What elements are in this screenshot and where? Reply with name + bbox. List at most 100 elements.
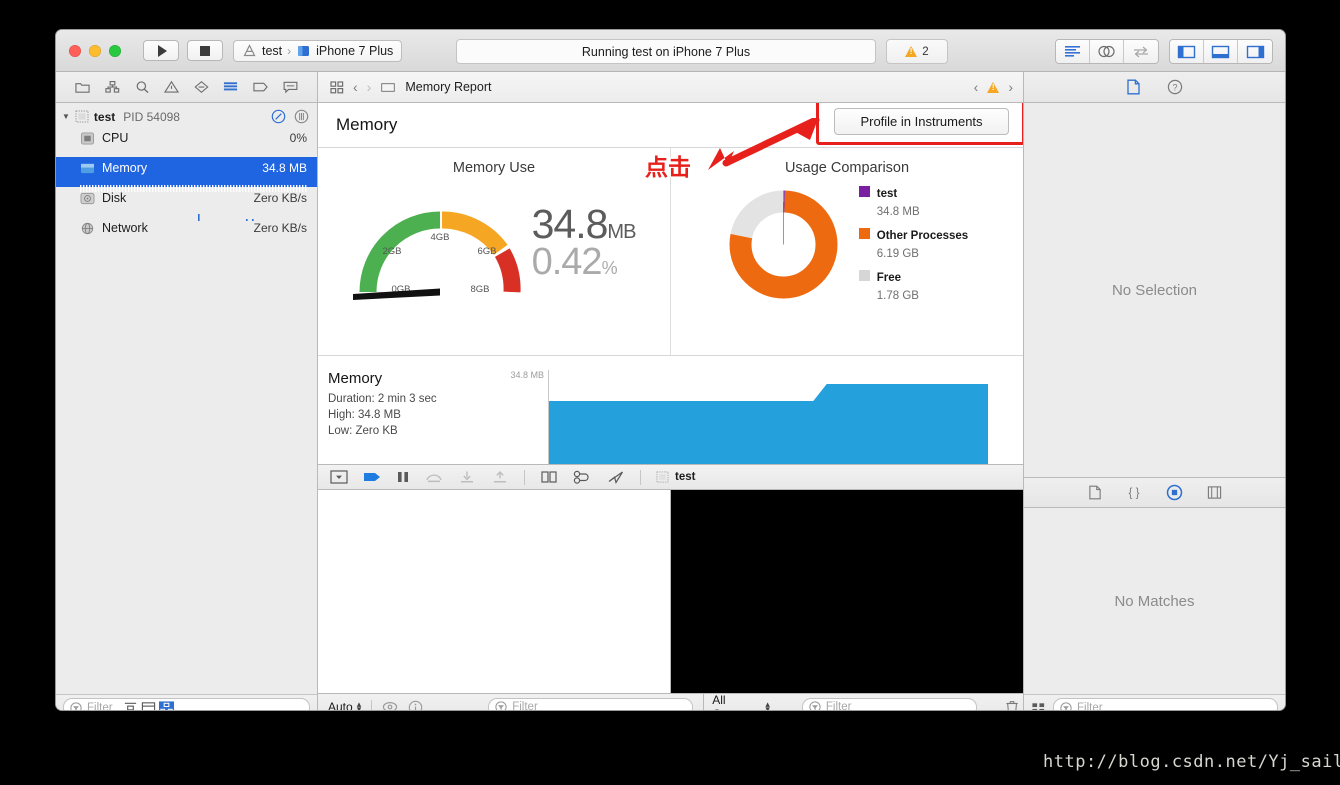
profile-button-label: Profile in Instruments (860, 114, 983, 129)
memory-series-area (549, 384, 988, 464)
legend-item-free: Free 1.78 GB (858, 268, 968, 304)
quick-help-icon[interactable]: { } (1126, 485, 1142, 500)
memory-report-editor: Memory Profile in Instruments Memory Use (318, 103, 1023, 710)
step-over-icon[interactable] (425, 470, 443, 484)
scope-threads-icon[interactable] (141, 701, 156, 711)
memory-use-title: Memory Use (452, 160, 536, 176)
usage-comparison-title: Usage Comparison (784, 160, 910, 176)
inspector-bottom-message: No Matches (1114, 592, 1195, 610)
warning-triangle-icon[interactable] (987, 81, 1000, 93)
console-filter-placeholder: Filter (825, 701, 852, 710)
step-out-icon[interactable] (491, 470, 509, 484)
continue-icon[interactable] (363, 470, 381, 484)
gauge-row-cpu[interactable]: CPU 0% (56, 127, 317, 149)
back-chevron-icon[interactable]: ‹ (353, 79, 358, 95)
memory-report-header: Memory Profile in Instruments (318, 103, 1023, 148)
source-control-navigator-icon[interactable] (105, 80, 120, 94)
watch-expression-icon[interactable] (382, 700, 398, 710)
file-inspector-icon[interactable] (1088, 485, 1102, 500)
file-inspector-icon[interactable] (1126, 79, 1141, 95)
report-navigator-icon[interactable] (283, 80, 298, 94)
stop-button[interactable] (187, 40, 223, 61)
status-separator (371, 699, 373, 710)
gauge-label: Network (102, 221, 148, 235)
variables-scope-popup[interactable]: Auto ▴ ▾ (328, 700, 361, 710)
hide-debug-area-icon[interactable] (330, 470, 348, 484)
step-into-icon[interactable] (458, 470, 476, 484)
project-navigator-icon[interactable] (75, 80, 90, 94)
scheme-app-icon (243, 43, 256, 56)
inspector-filter-field[interactable]: Filter (1053, 698, 1278, 710)
activity-status-field: Running test on iPhone 7 Plus (456, 39, 876, 64)
process-list-icon[interactable] (294, 109, 309, 124)
clear-console-icon[interactable] (1005, 699, 1019, 710)
variables-view[interactable] (318, 490, 671, 693)
memory-graph-plot (548, 370, 988, 464)
inspector-pane: No Selection { } No Matches Filter (1023, 103, 1285, 710)
legend-item-other-processes: Other Processes 6.19 GB (858, 226, 968, 262)
scope-view-icon[interactable] (158, 700, 174, 711)
zoom-window-button[interactable] (109, 44, 121, 57)
find-navigator-icon[interactable] (135, 80, 150, 94)
scope-all-icon[interactable] (123, 701, 138, 711)
jump-bar: ‹ › Memory Report ‹ › (318, 72, 1023, 102)
console-filter-field[interactable]: Filter (801, 697, 977, 710)
gauge-value: Zero KB/s (253, 221, 307, 235)
debug-navigator-icon[interactable] (223, 80, 238, 94)
console-view[interactable] (671, 490, 1023, 693)
disclosure-triangle-icon[interactable]: ▼ (62, 112, 70, 121)
issue-navigator-icon[interactable] (164, 80, 180, 94)
quick-help-inspector-icon[interactable]: ? (1167, 79, 1183, 95)
process-root-row[interactable]: ▼ test PID 54098 (56, 106, 317, 127)
simulate-location-icon[interactable] (607, 470, 625, 484)
test-navigator-icon[interactable] (194, 80, 209, 94)
close-window-button[interactable] (69, 44, 81, 57)
scheme-selector[interactable]: test › iPhone 7 Plus (233, 39, 403, 62)
navigator-filter-field[interactable]: Filter (63, 698, 310, 710)
scheme-target-label: test (262, 43, 283, 58)
navigator-filter-placeholder: Filter (87, 701, 113, 711)
toggle-debug-area-button[interactable] (1204, 40, 1238, 63)
editor-mode-segment (1055, 39, 1159, 64)
gauge-row-memory[interactable]: Memory 34.8 MB (56, 157, 317, 179)
jump-bar-title[interactable]: Memory Report (405, 80, 491, 94)
debug-memory-graph-icon[interactable] (573, 470, 592, 484)
breakpoint-navigator-icon[interactable] (253, 80, 268, 94)
debug-view-hierarchy-icon[interactable] (540, 470, 558, 484)
next-issue-icon[interactable]: › (1008, 79, 1013, 95)
variables-filter-field[interactable]: Filter (488, 697, 694, 710)
debug-process-selector[interactable]: test (656, 471, 695, 483)
gauge-list: ▼ test PID 54098 CPU 0% Memory 34.8 MB D… (56, 103, 317, 694)
process-gauge-icon[interactable] (271, 109, 286, 124)
forward-chevron-icon[interactable]: › (367, 79, 372, 95)
profile-in-instruments-button[interactable]: Profile in Instruments (834, 108, 1009, 135)
library-icon[interactable] (1207, 485, 1222, 500)
toggle-inspector-button[interactable] (1238, 40, 1272, 63)
standard-editor-button[interactable] (1056, 40, 1090, 63)
debug-process-label: test (675, 471, 696, 483)
xcode-window: test › iPhone 7 Plus Running test on iPh… (56, 30, 1285, 710)
inspector-top-message: No Selection (1111, 281, 1198, 299)
assistant-editor-button[interactable] (1090, 40, 1124, 63)
previous-issue-icon[interactable]: ‹ (974, 79, 979, 95)
toggle-debug-area-icon (1211, 45, 1230, 58)
cpu-sparkline (56, 149, 317, 157)
version-editor-button[interactable] (1124, 40, 1158, 63)
toggle-navigator-button[interactable] (1170, 40, 1204, 63)
annotation-click-label: 点击 (645, 155, 691, 181)
debug-bar-separator-2 (640, 469, 641, 485)
console-output-popup[interactable]: All Output ▴▾ (712, 693, 770, 710)
run-button[interactable] (143, 40, 179, 61)
related-items-icon[interactable] (330, 80, 344, 94)
info-circle-icon[interactable] (408, 700, 423, 711)
identity-inspector-icon[interactable] (1166, 484, 1183, 501)
memory-graph-high: High: 34.8 MB (328, 408, 401, 421)
chevron-updown-icon: ▴ ▾ (765, 699, 770, 710)
library-grid-icon[interactable] (1031, 701, 1046, 711)
minimize-window-button[interactable] (89, 44, 101, 57)
memory-percent-unit: % (601, 257, 618, 278)
memory-value-readout: 34.8MB 0.42% (532, 203, 637, 280)
svg-text:{ }: { } (1128, 488, 1139, 500)
issues-badge[interactable]: 2 (886, 39, 948, 64)
pause-icon[interactable] (396, 470, 410, 484)
